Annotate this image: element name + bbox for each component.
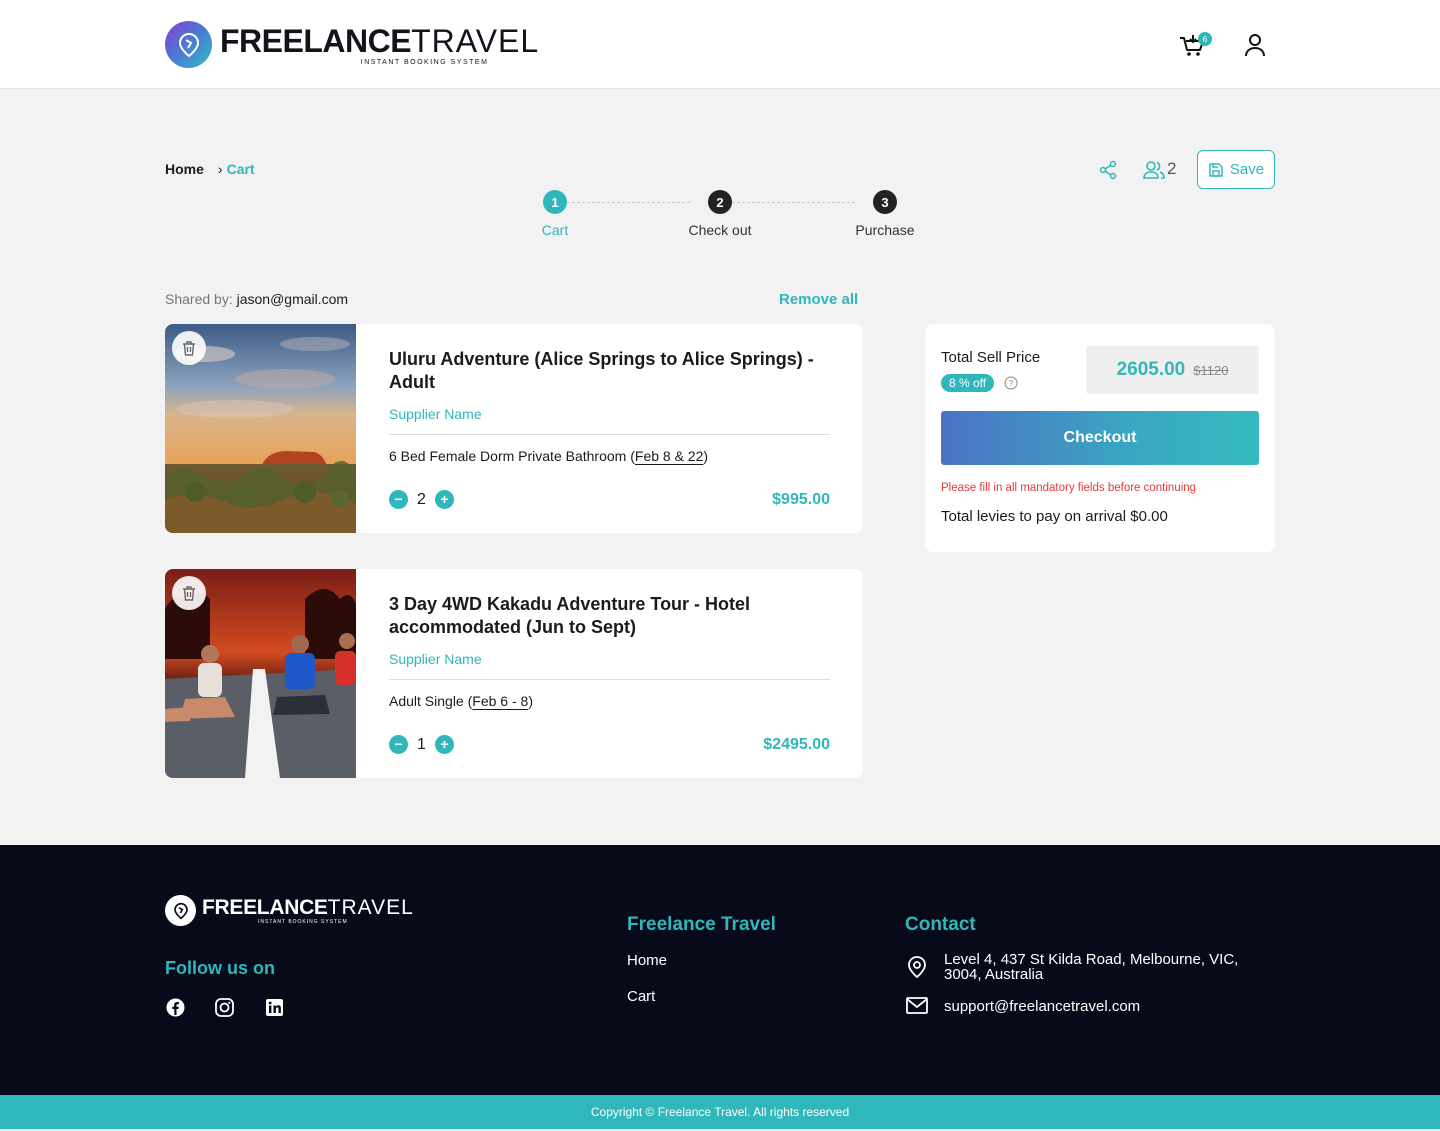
checkout-button[interactable]: Checkout <box>941 411 1259 465</box>
total-sell-price-label: Total Sell Price <box>941 349 1041 366</box>
room-label: Adult Single <box>389 693 464 709</box>
logo-word-bold: FREELANCE <box>220 22 412 59</box>
decrease-quantity-button[interactable]: − <box>389 735 408 754</box>
quantity-value: 1 <box>417 735 426 753</box>
site-footer: FREELANCETRAVEL INSTANT BOOKING SYSTEM F… <box>0 845 1440 1095</box>
cart-item: 3 Day 4WD Kakadu Adventure Tour - Hotel … <box>165 569 863 778</box>
item-dates[interactable]: Feb 6 - 8 <box>472 693 528 709</box>
breadcrumb-home[interactable]: Home <box>165 161 204 177</box>
item-price: $2495.00 <box>763 735 830 753</box>
quantity-value: 2 <box>417 490 426 508</box>
step-number: 1 <box>543 190 567 214</box>
shared-by: Shared by: jason@gmail.com <box>165 291 348 307</box>
svg-text:?: ? <box>1009 379 1014 388</box>
step-number: 2 <box>708 190 732 214</box>
divider <box>389 679 830 680</box>
save-icon <box>1209 162 1223 177</box>
quantity-stepper: − 1 + $2495.00 <box>389 735 830 754</box>
room-label: 6 Bed Female Dorm Private Bathroom <box>389 448 627 464</box>
supplier-name[interactable]: Supplier Name <box>389 651 830 667</box>
help-icon[interactable]: ? <box>1004 376 1018 390</box>
footer-link-cart[interactable]: Cart <box>627 988 655 1005</box>
save-button[interactable]: Save <box>1197 150 1275 189</box>
facebook-icon[interactable] <box>165 997 186 1018</box>
save-label: Save <box>1229 161 1265 178</box>
step-number: 3 <box>873 190 897 214</box>
mail-icon <box>906 997 928 1014</box>
breadcrumb-cart: Cart <box>226 161 255 177</box>
linkedin-icon[interactable] <box>264 997 285 1018</box>
trash-icon <box>183 586 195 601</box>
step-label: Purchase <box>855 222 915 238</box>
increase-quantity-button[interactable]: + <box>435 490 454 509</box>
user-icon[interactable] <box>1242 32 1268 58</box>
copyright-bar: Copyright © Freelance Travel. All rights… <box>0 1095 1440 1129</box>
increase-quantity-button[interactable]: + <box>435 735 454 754</box>
footer-logo-word-light: TRAVEL <box>327 895 414 919</box>
total-price: 2605.00 <box>1116 359 1186 380</box>
location-pin-icon <box>908 956 926 979</box>
step-cart[interactable]: 1 Cart <box>510 190 600 238</box>
item-title: 3 Day 4WD Kakadu Adventure Tour - Hotel … <box>389 594 751 637</box>
step-checkout[interactable]: 2 Check out <box>675 190 765 238</box>
original-price: $1120 <box>1193 362 1229 378</box>
cart-item: Uluru Adventure (Alice Springs to Alice … <box>165 324 863 533</box>
instagram-icon[interactable] <box>214 997 235 1018</box>
order-summary-panel: Total Sell Price 8 % off ? 2605.00 $1120… <box>925 324 1275 552</box>
quantity-stepper: − 2 + $995.00 <box>389 490 830 509</box>
price-box: 2605.00 $1120 <box>1086 346 1259 394</box>
cart-count-badge: 6 <box>1198 32 1212 46</box>
site-header: FREELANCETRAVEL INSTANT BOOKING SYSTEM 6 <box>0 0 1440 89</box>
remove-all-button[interactable]: Remove all <box>779 291 858 308</box>
delete-item-button[interactable] <box>172 576 206 610</box>
share-icon[interactable] <box>1098 160 1118 180</box>
divider <box>389 434 830 435</box>
item-price: $995.00 <box>772 490 830 508</box>
trash-icon <box>183 341 195 356</box>
shared-by-email: jason@gmail.com <box>236 291 349 307</box>
logo-tagline: INSTANT BOOKING SYSTEM <box>360 58 489 66</box>
contact-title: Contact <box>905 914 976 935</box>
validation-warning: Please fill in all mandatory fields befo… <box>941 482 1197 494</box>
group-users-icon[interactable] <box>1143 159 1165 181</box>
logo-pin-icon <box>165 895 196 926</box>
chevron-right-icon: › <box>217 161 223 177</box>
footer-col-title: Freelance Travel <box>627 914 776 935</box>
item-dates[interactable]: Feb 8 & 22 <box>635 448 704 464</box>
item-title: Uluru Adventure (Alice Springs to Alice … <box>389 349 814 392</box>
step-label: Cart <box>541 222 569 238</box>
copyright-text: Copyright © Freelance Travel. All rights… <box>590 1105 850 1119</box>
shared-by-label: Shared by: <box>165 291 237 307</box>
logo-word-light: TRAVEL <box>411 22 540 59</box>
footer-link-home[interactable]: Home <box>627 952 667 969</box>
breadcrumb: Home › Cart <box>165 161 255 177</box>
follow-us-label: Follow us on <box>165 958 275 978</box>
footer-logo-word-bold: FREELANCE <box>202 895 328 919</box>
group-count: 2 <box>1167 159 1177 178</box>
room-type: Adult Single (Feb 6 - 8) <box>389 693 533 709</box>
room-type: 6 Bed Female Dorm Private Bathroom (Feb … <box>389 448 709 464</box>
discount-badge: 8 % off <box>941 374 995 392</box>
checkout-stepper: 1 Cart 2 Check out 3 Purchase <box>525 190 945 240</box>
levies-text: Total levies to pay on arrival $0.00 <box>941 508 1168 525</box>
decrease-quantity-button[interactable]: − <box>389 490 408 509</box>
footer-logo[interactable]: FREELANCETRAVEL INSTANT BOOKING SYSTEM <box>165 895 414 926</box>
supplier-name[interactable]: Supplier Name <box>389 406 830 422</box>
delete-item-button[interactable] <box>172 331 206 365</box>
logo-pin-icon <box>165 21 212 68</box>
footer-logo-tagline: INSTANT BOOKING SYSTEM <box>258 918 348 925</box>
contact-address: Level 4, 437 St Kilda Road, Melbourne, V… <box>944 951 1239 983</box>
step-purchase[interactable]: 3 Purchase <box>840 190 930 238</box>
step-label: Check out <box>688 222 752 238</box>
contact-email[interactable]: support@freelancetravel.com <box>944 999 1140 1014</box>
logo[interactable]: FREELANCETRAVEL INSTANT BOOKING SYSTEM <box>165 21 539 68</box>
